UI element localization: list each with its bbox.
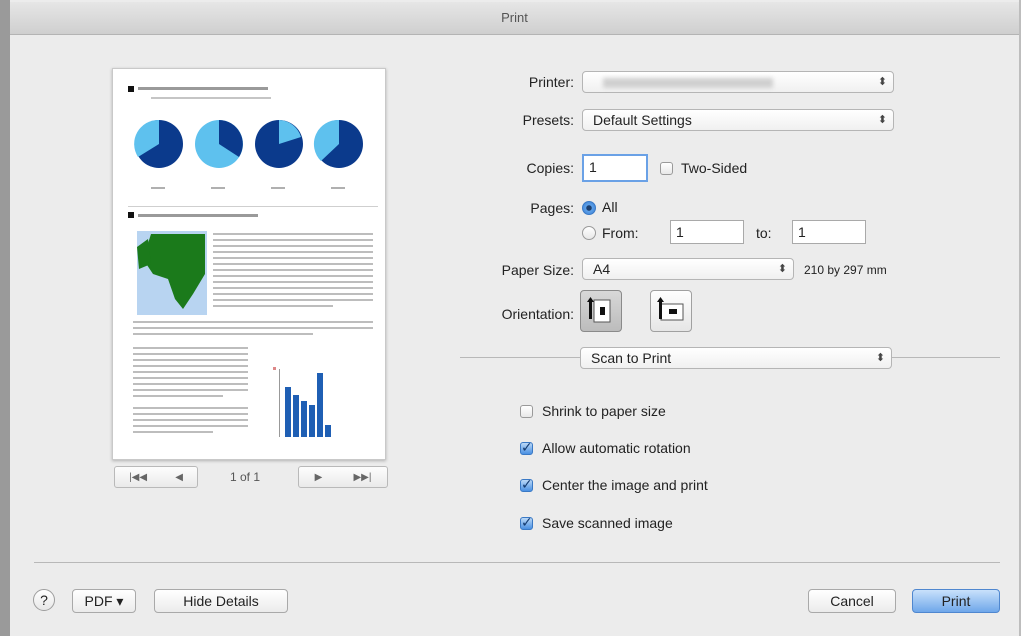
option-label: Center the image and print — [542, 477, 708, 493]
presets-popup[interactable]: Default Settings ⬍ — [582, 109, 894, 131]
presets-label: Presets: — [522, 112, 574, 128]
pages-label: Pages: — [530, 200, 574, 216]
copies-label: Copies: — [526, 160, 574, 176]
preview-bullet — [128, 212, 134, 218]
paper-size-dimensions: 210 by 297 mm — [804, 263, 887, 277]
preview-pie-2 — [195, 120, 243, 168]
preview-bar-chart — [273, 367, 331, 437]
option-checkbox[interactable] — [520, 476, 533, 493]
two-sided-label: Two-Sided — [681, 160, 748, 176]
preview-text-line — [138, 87, 268, 90]
paper-size-label: Paper Size: — [501, 262, 574, 278]
paper-size-value: A4 — [593, 261, 611, 277]
preview-paragraph-2 — [133, 347, 248, 433]
hide-details-button[interactable]: Hide Details — [154, 589, 288, 613]
option-checkbox[interactable] — [520, 514, 533, 531]
preview-nav-forward-group: ▶ ▶▶| — [298, 466, 388, 488]
landscape-orientation-button[interactable] — [650, 290, 692, 332]
paper-size-popup[interactable]: A4 ⬍ — [582, 258, 794, 280]
preview-bullet — [128, 86, 134, 92]
popup-arrows-icon: ⬍ — [875, 352, 885, 364]
preview-pie-3 — [255, 120, 303, 168]
page-preview — [112, 68, 386, 460]
preview-text-line — [151, 97, 271, 99]
pages-to-label: to: — [756, 225, 772, 241]
section-popup[interactable]: Scan to Print ⬍ — [580, 347, 892, 369]
option-checkbox[interactable] — [520, 405, 533, 418]
window-title: Print — [10, 2, 1019, 35]
preview-pie-4 — [313, 119, 363, 168]
option-label: Save scanned image — [542, 515, 673, 531]
pages-all-radio[interactable] — [582, 201, 596, 215]
cancel-button[interactable]: Cancel — [808, 589, 896, 613]
two-sided-checkbox[interactable] — [660, 162, 673, 175]
popup-arrows-icon: ⬍ — [777, 263, 787, 275]
option-label: Shrink to paper size — [542, 403, 666, 419]
pdf-menu-button[interactable]: PDF ▾ — [72, 589, 136, 613]
portrait-orientation-button[interactable] — [580, 290, 622, 332]
last-page-button[interactable]: ▶▶| — [353, 472, 371, 483]
printer-popup[interactable]: ⬍ — [582, 71, 894, 93]
presets-value: Default Settings — [593, 112, 692, 128]
option-checkbox[interactable] — [520, 439, 533, 456]
window-left-edge — [0, 0, 10, 636]
popup-arrows-icon: ⬍ — [877, 76, 887, 88]
option-label: Allow automatic rotation — [542, 440, 691, 456]
popup-arrows-icon: ⬍ — [877, 114, 887, 126]
printer-label: Printer: — [528, 74, 574, 90]
pages-from-field[interactable]: 1 — [670, 220, 744, 244]
section-value: Scan to Print — [591, 350, 672, 366]
next-page-button[interactable]: ▶ — [315, 472, 323, 483]
portrait-icon — [587, 297, 611, 323]
previous-page-button[interactable]: ◀ — [175, 472, 183, 483]
blurred-printer-name — [603, 78, 773, 89]
copies-field[interactable]: 1 — [582, 154, 648, 182]
help-button[interactable]: ? — [33, 589, 55, 611]
pages-from-radio[interactable] — [582, 226, 596, 240]
footer-divider — [34, 562, 1000, 563]
landscape-icon — [657, 297, 684, 321]
pages-to-field[interactable]: 1 — [792, 220, 866, 244]
first-page-button[interactable]: |◀◀ — [129, 472, 147, 483]
preview-page-content — [128, 86, 378, 437]
pages-from-label: From: — [602, 225, 639, 241]
preview-nav-back-group: |◀◀ ◀ — [114, 466, 198, 488]
print-button[interactable]: Print — [912, 589, 1000, 613]
orientation-label: Orientation: — [501, 306, 574, 322]
page-indicator: 1 of 1 — [230, 470, 261, 484]
preview-pie-1 — [134, 119, 183, 168]
pages-all-label: All — [602, 199, 618, 215]
